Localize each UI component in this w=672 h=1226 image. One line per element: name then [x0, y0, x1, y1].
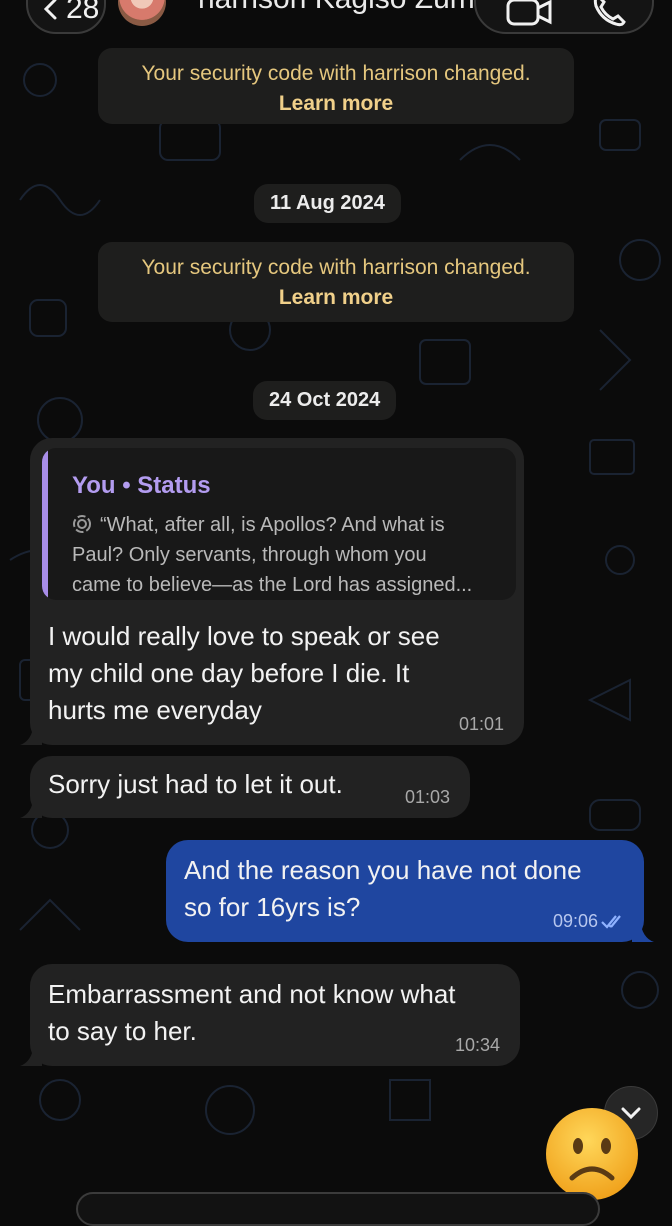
- message-time: 09:06: [552, 911, 598, 931]
- incoming-message[interactable]: Embarrassment and not know what to say t…: [20, 964, 520, 1066]
- message-line: hurts me everyday: [48, 695, 262, 725]
- message-line: And the reason you have not done: [184, 855, 582, 885]
- message-line: Embarrassment and not know what: [48, 979, 456, 1009]
- security-notice: Your security code with harrison changed…: [98, 242, 574, 322]
- learn-more-link[interactable]: Learn more: [98, 92, 574, 116]
- message-time: 01:01: [458, 714, 504, 734]
- quote-line: Paul? Only servants, through whom you: [72, 544, 427, 566]
- notice-text: Your security code with harrison changed…: [141, 256, 531, 279]
- quote-accent-bar: [42, 448, 48, 600]
- bubble-tail: [20, 796, 42, 818]
- security-notice: Your security code with harrison changed…: [98, 48, 574, 124]
- message-text: And the reason you have not done so for …: [184, 852, 582, 926]
- bubble-tail: [632, 920, 654, 942]
- chevron-left-icon: [43, 0, 57, 20]
- frowning-face-emoji: [546, 1108, 638, 1200]
- message-line: my child one day before I die. It: [48, 658, 410, 688]
- notice-text: Your security code with harrison changed…: [141, 62, 531, 85]
- quote-line: came to believe—as the Lord has assigned…: [72, 574, 473, 596]
- unread-count: 28: [66, 0, 100, 25]
- message-line: I would really love to speak or see: [48, 621, 440, 651]
- back-button[interactable]: 28: [26, 0, 106, 34]
- message-text: I would really love to speak or see my c…: [48, 618, 440, 729]
- message-time: 01:03: [404, 787, 450, 807]
- message-text: Embarrassment and not know what to say t…: [48, 976, 456, 1050]
- message-time: 10:34: [454, 1035, 500, 1055]
- learn-more-link[interactable]: Learn more: [98, 286, 574, 310]
- message-line: so for 16yrs is?: [184, 892, 361, 922]
- quote-line: “What, after all, is Apollos? And what i…: [100, 514, 445, 536]
- quoted-status[interactable]: You • Status “What, after all, is Apollo…: [42, 448, 516, 600]
- double-check-icon: [601, 915, 621, 929]
- bubble-tail: [20, 723, 42, 745]
- contact-name[interactable]: harrison Kagiso Zuma: [198, 0, 491, 16]
- date-separator: 24 Oct 2024: [253, 381, 397, 420]
- chat-header: 28 harrison Kagiso Zuma: [0, 0, 672, 40]
- bubble-tail: [20, 1044, 42, 1066]
- quote-text: “What, after all, is Apollos? And what i…: [72, 510, 516, 600]
- date-separator: 11 Aug 2024: [254, 184, 401, 223]
- message-text: Sorry just had to let it out.: [48, 769, 343, 799]
- incoming-message[interactable]: Sorry just had to let it out. 01:03: [20, 756, 470, 818]
- call-actions: [474, 0, 654, 34]
- avatar[interactable]: [118, 0, 166, 26]
- phone-icon[interactable]: [592, 0, 626, 28]
- status-ring-icon: [73, 515, 91, 533]
- video-camera-icon[interactable]: [506, 0, 552, 28]
- message-input[interactable]: [76, 1192, 600, 1226]
- message-line: to say to her.: [48, 1016, 197, 1046]
- quote-title: You • Status: [72, 472, 211, 499]
- outgoing-message[interactable]: And the reason you have not done so for …: [166, 840, 654, 942]
- incoming-message[interactable]: You • Status “What, after all, is Apollo…: [20, 438, 524, 745]
